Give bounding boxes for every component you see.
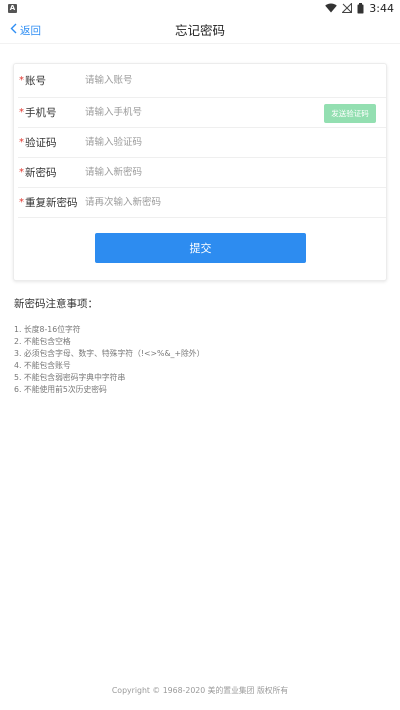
status-bar: A 3:44: [0, 0, 400, 16]
repeat-password-row: * 重复新密码: [18, 188, 386, 218]
verification-code-label: 验证码: [25, 137, 57, 149]
password-requirements: 新密码注意事项： 1. 长度8-16位字符 2. 不能包含空格 3. 必须包含字…: [14, 296, 384, 396]
account-row: * 账号: [18, 64, 386, 98]
new-password-input[interactable]: [85, 162, 315, 183]
verification-code-input[interactable]: [85, 132, 315, 153]
status-time: 3:44: [369, 1, 394, 15]
chevron-left-icon: [10, 23, 17, 37]
account-input[interactable]: [85, 70, 315, 91]
new-password-label: 新密码: [25, 167, 57, 179]
requirement-item: 2. 不能包含空格: [14, 337, 71, 346]
required-mark: *: [19, 75, 24, 86]
requirement-item: 1. 长度8-16位字符: [14, 325, 81, 334]
phone-row: *手机号 发送验证码: [18, 98, 386, 128]
requirement-item: 6. 不能使用前5次历史密码: [14, 385, 107, 394]
wifi-icon: [325, 3, 338, 13]
back-label: 返回: [20, 24, 41, 37]
battery-icon: [357, 2, 364, 14]
back-button[interactable]: 返回: [10, 21, 41, 39]
copyright-footer: Copyright © 1968-2020 美的置业集团 版权所有: [111, 686, 289, 695]
repeat-password-input[interactable]: [85, 192, 315, 213]
no-signal-icon: [342, 3, 353, 13]
submit-button[interactable]: 提交: [95, 233, 306, 263]
required-mark: *: [19, 137, 24, 148]
requirements-title: 新密码注意事项：: [14, 298, 98, 310]
repeat-password-label: 重复新密码: [25, 197, 78, 209]
requirement-item: 4. 不能包含账号: [14, 361, 71, 370]
requirement-item: 3. 必须包含字母、数字、特殊字符（!<>%&_+除外）: [14, 349, 205, 358]
verification-code-row: * 验证码: [18, 128, 386, 158]
reset-password-form: *账号 *手机号 发送验证码 *验证码 *新密码 *重复新密码 提交: [13, 63, 387, 281]
phone-input[interactable]: [85, 102, 315, 123]
send-code-button[interactable]: 发送验证码: [324, 104, 376, 123]
navigation-bar: 返回 忘记密码: [0, 16, 400, 44]
account-label: 账号: [25, 75, 46, 87]
requirements-list: 1. 长度8-16位字符 2. 不能包含空格 3. 必须包含字母、数字、特殊字符…: [14, 324, 384, 396]
required-mark: *: [19, 107, 24, 118]
phone-label: 手机号: [25, 107, 57, 119]
required-mark: *: [19, 167, 24, 178]
page-title: 忘记密码: [174, 23, 225, 38]
required-mark: *: [19, 197, 24, 208]
requirement-item: 5. 不能包含弱密码字典中字符串: [14, 373, 126, 382]
new-password-row: * 新密码: [18, 158, 386, 188]
app-notification-icon: A: [8, 3, 17, 13]
